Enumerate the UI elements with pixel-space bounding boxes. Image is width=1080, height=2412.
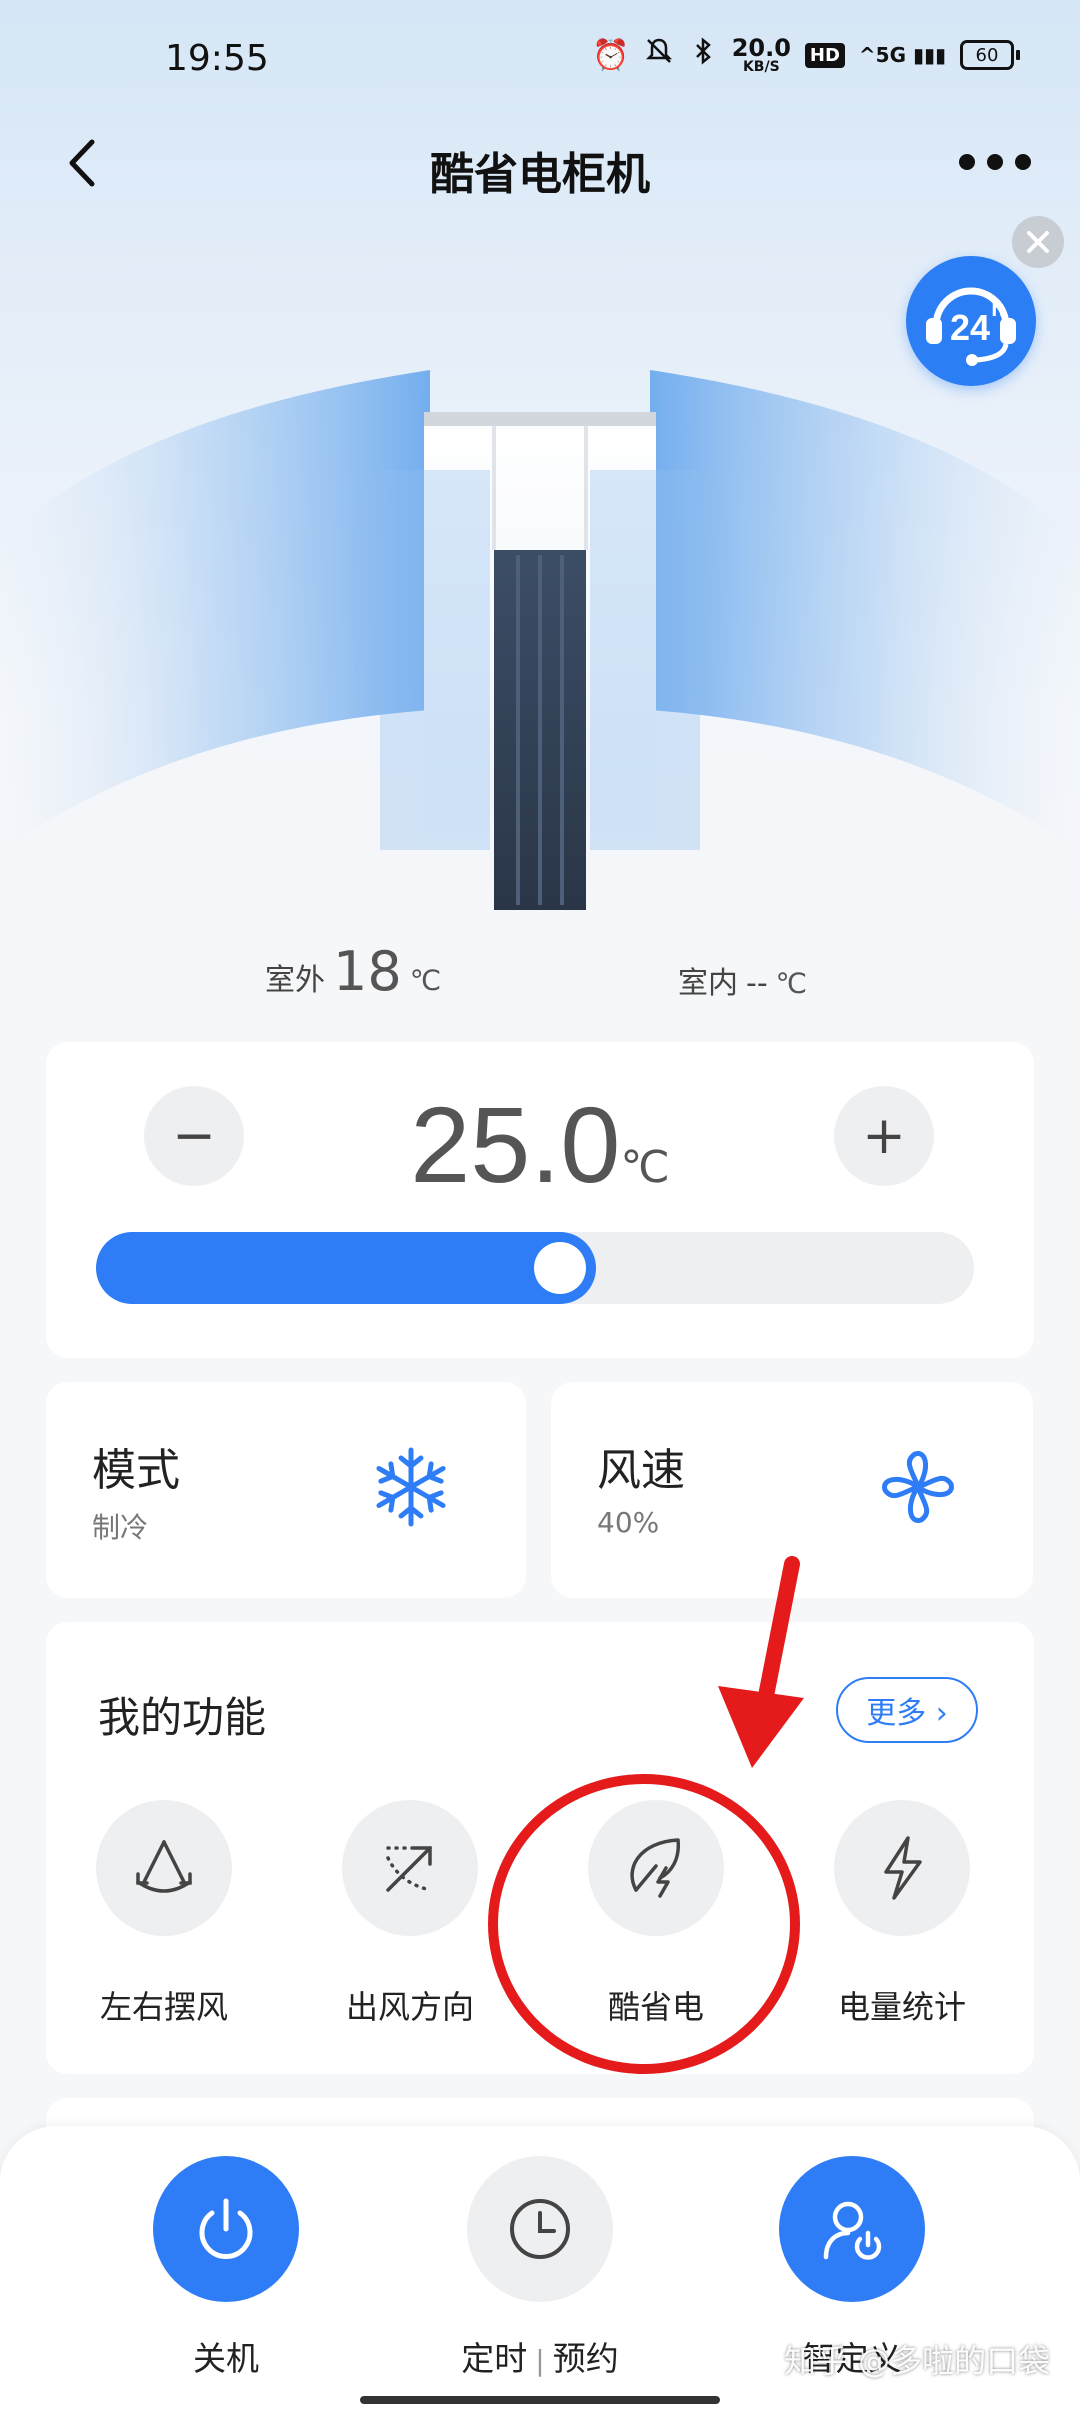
fan-icon <box>873 1442 963 1532</box>
svg-text:h: h <box>991 296 1004 321</box>
temperature-slider-fill <box>96 1232 596 1304</box>
feature-eco-power-label: 酷省电 <box>607 1988 704 2026</box>
power-off-action[interactable]: 关机 <box>106 2156 346 2380</box>
temperature-slider-thumb[interactable] <box>534 1242 586 1294</box>
timer-label: 定时 <box>461 2339 528 2378</box>
feature-airflow-direction-label: 出风方向 <box>345 1988 474 2026</box>
indoor-temperature: 室内 -- ℃ <box>678 958 807 1002</box>
alarm-icon: ⏰ <box>592 37 630 73</box>
signal-5g-label: ^5G <box>858 43 907 67</box>
battery-icon: 60 <box>960 40 1020 70</box>
home-indicator[interactable] <box>360 2396 720 2404</box>
feature-swing-label: 左右摆风 <box>99 1988 228 2026</box>
mute-icon <box>644 36 674 74</box>
network-speed-value: 20.0 <box>731 34 791 62</box>
features-title: 我的功能 <box>98 1693 267 1742</box>
user-power-icon <box>779 2156 925 2302</box>
indoor-value: -- <box>746 966 768 1001</box>
network-speed-unit: KB/S <box>742 59 780 75</box>
clock-icon <box>467 2156 613 2302</box>
power-off-label: 关机 <box>193 2339 259 2378</box>
airflow-direction-icon <box>342 1800 478 1936</box>
network-speed: 20.0 KB/S <box>732 36 791 74</box>
schedule-label: 预约 <box>552 2339 619 2378</box>
feature-eco-power[interactable]: 酷省电 <box>546 1800 766 2028</box>
eco-leaf-icon <box>588 1800 724 1936</box>
more-features-button[interactable]: 更多 › <box>836 1677 978 1743</box>
bluetooth-icon <box>688 36 718 74</box>
nav-bar: 酷省电柜机 <box>0 120 1080 210</box>
feature-power-stats[interactable]: 电量统计 <box>792 1800 1012 2028</box>
feature-swing[interactable]: 左右摆风 <box>54 1800 274 2028</box>
status-time: 19:55 <box>165 38 269 79</box>
timer-schedule-label: 定时 | 预约 <box>461 2339 619 2378</box>
feature-airflow-direction[interactable]: 出风方向 <box>300 1800 520 2028</box>
fan-speed-value: 40% <box>597 1506 660 1539</box>
hd-badge: HD <box>804 42 845 68</box>
air-conditioner-illustration <box>0 330 1080 950</box>
temperature-card: − 25.0℃ + <box>46 1042 1034 1358</box>
lightning-icon <box>834 1800 970 1936</box>
temperature-increase-button[interactable]: + <box>834 1086 934 1186</box>
environment-readings: 室外 18 ℃ 室内 -- ℃ <box>0 940 1080 1010</box>
mode-card[interactable]: 模式 制冷 <box>46 1382 526 1598</box>
more-options-button[interactable] <box>945 132 1045 192</box>
temperature-value: 25.0 <box>410 1084 621 1205</box>
signal-5g-icon: ^5G ▮▮▮ <box>858 43 946 67</box>
indoor-unit: ℃ <box>775 967 808 1000</box>
indoor-label: 室内 <box>678 966 738 1001</box>
timer-schedule-action[interactable]: 定时 | 预约 <box>420 2156 660 2380</box>
mode-title: 模式 <box>92 1445 180 1496</box>
temperature-slider[interactable] <box>96 1232 974 1304</box>
battery-level: 60 <box>975 44 999 66</box>
my-features-card: 我的功能 更多 › 左右摆风 出风方向 酷省电 电量统计 <box>46 1622 1034 2074</box>
status-bar: 19:55 ⏰ 20.0 KB/S HD ^5G ▮▮▮ 60 <box>0 0 1080 120</box>
temperature-unit: ℃ <box>620 1142 670 1193</box>
status-icons: ⏰ 20.0 KB/S HD ^5G ▮▮▮ 60 <box>592 36 1020 74</box>
watermark-text: 知乎 @多啦的口袋 <box>784 2342 1051 2380</box>
more-dots-icon <box>959 154 1031 170</box>
power-icon <box>153 2156 299 2302</box>
mode-value: 制冷 <box>92 1511 149 1544</box>
outdoor-unit: ℃ <box>409 964 442 997</box>
outdoor-label: 室外 <box>265 963 325 998</box>
snowflake-icon <box>366 1442 456 1532</box>
page-title: 酷省电柜机 <box>430 149 650 200</box>
outdoor-temperature: 室外 18 ℃ <box>265 940 441 1003</box>
fan-speed-title: 风速 <box>597 1445 685 1496</box>
fan-speed-card[interactable]: 风速 40% <box>551 1382 1033 1598</box>
swing-icon <box>96 1800 232 1936</box>
outdoor-value: 18 <box>333 940 402 1003</box>
feature-power-stats-label: 电量统计 <box>837 1988 966 2026</box>
